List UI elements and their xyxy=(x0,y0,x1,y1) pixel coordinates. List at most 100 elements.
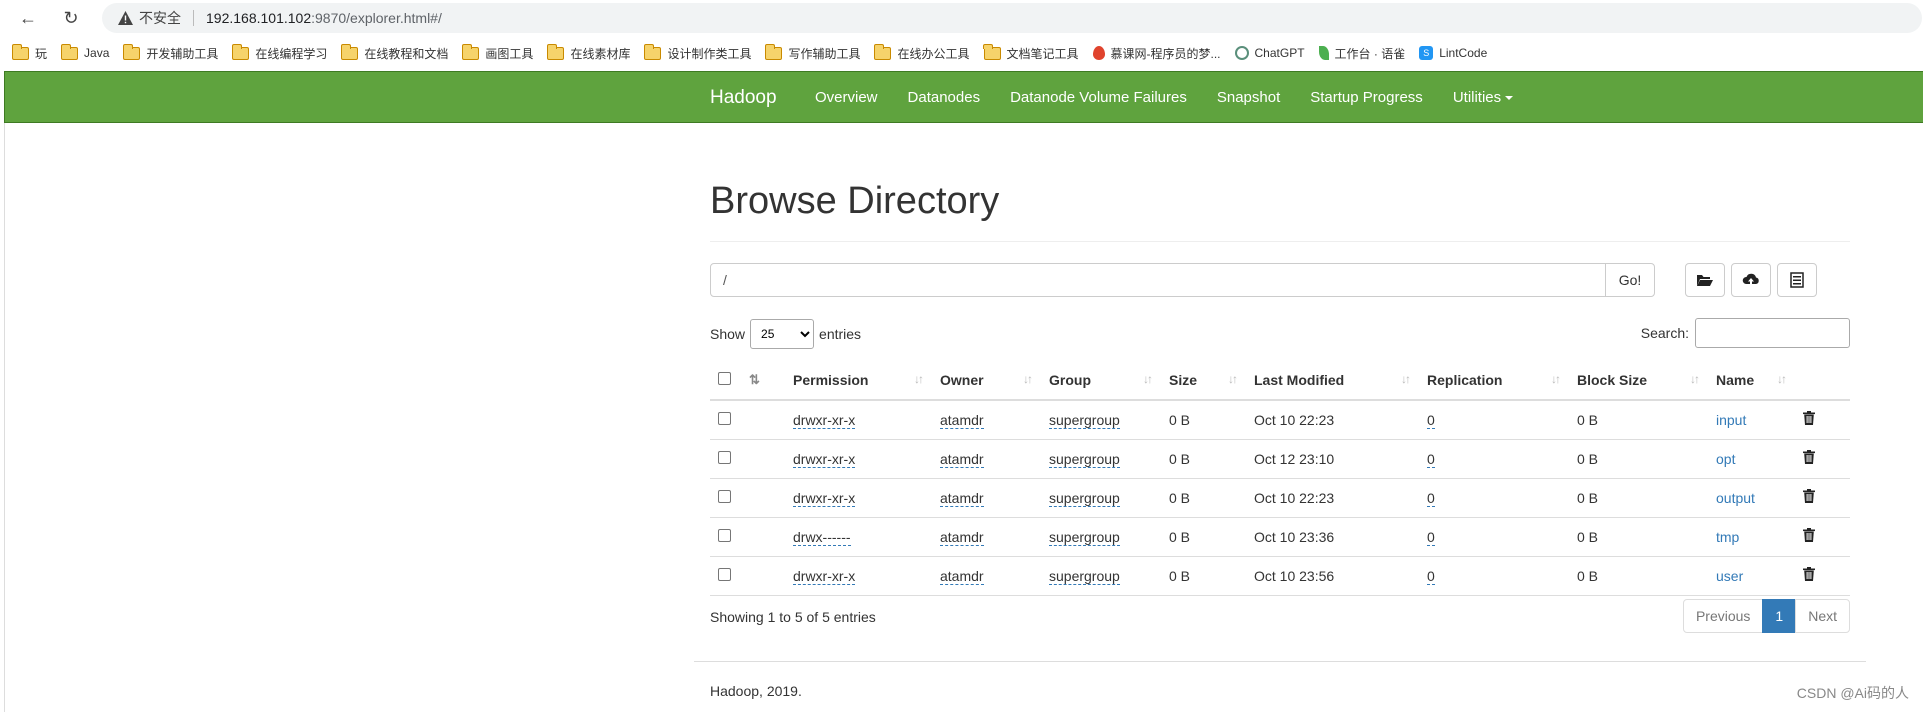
column-header-last-modified[interactable]: Last Modified ↓↑ xyxy=(1246,360,1419,401)
group-link[interactable]: supergroup xyxy=(1049,528,1120,546)
owner-link[interactable]: atamdr xyxy=(940,528,984,546)
nav-datanodes[interactable]: Datanodes xyxy=(893,72,996,124)
previous-button[interactable]: Previous xyxy=(1682,599,1764,633)
bookmark-item[interactable]: 玩 xyxy=(11,43,47,62)
file-name-link[interactable]: output xyxy=(1716,490,1755,506)
bookmark-item[interactable]: 在线素材库 xyxy=(546,43,630,62)
back-arrow-icon[interactable]: ← xyxy=(14,4,42,32)
bookmark-item[interactable]: 写作辅助工具 xyxy=(764,43,860,62)
permission-link[interactable]: drwxr-xr-x xyxy=(793,411,856,429)
bookmark-item[interactable]: 慕课网-程序员的梦... xyxy=(1092,45,1221,62)
file-name-link[interactable]: user xyxy=(1716,568,1743,584)
column-header-group[interactable]: Group ↓↑ xyxy=(1041,360,1161,401)
nav-utilities[interactable]: Utilities xyxy=(1438,72,1528,124)
last-modified-cell: Oct 10 22:23 xyxy=(1246,400,1419,440)
bookmark-item[interactable]: S LintCode xyxy=(1419,46,1487,60)
header-label: Last Modified xyxy=(1254,371,1345,388)
sort-icon: ↓↑ xyxy=(1690,372,1700,386)
trash-icon[interactable] xyxy=(1803,567,1815,584)
folder-icon xyxy=(461,43,480,60)
file-name-link[interactable]: opt xyxy=(1716,451,1735,467)
nav-overview[interactable]: Overview xyxy=(800,72,893,124)
page-size-select[interactable]: 25 xyxy=(750,319,815,349)
group-link[interactable]: supergroup xyxy=(1049,489,1120,507)
directory-path-input[interactable] xyxy=(710,263,1606,297)
bookmark-item[interactable]: 画图工具 xyxy=(461,43,533,62)
bookmark-item[interactable]: ChatGPT xyxy=(1234,46,1305,60)
bookmark-label: 开发辅助工具 xyxy=(146,46,219,61)
permission-link[interactable]: drwxr-xr-x xyxy=(793,489,856,507)
actions-cell xyxy=(1795,556,1850,596)
nav-snapshot[interactable]: Snapshot xyxy=(1202,72,1295,124)
column-header-replication[interactable]: Replication ↓↑ xyxy=(1419,360,1569,401)
sort-column-header[interactable]: ⇅ xyxy=(741,360,785,401)
folder-icon xyxy=(643,43,662,60)
select-all-checkbox[interactable] xyxy=(718,371,731,385)
page-1-button[interactable]: 1 xyxy=(1762,599,1797,633)
sort-icon: ↓↑ xyxy=(1143,372,1153,386)
bookmark-item[interactable]: 在线编程学习 xyxy=(231,43,327,62)
replication-link[interactable]: 0 xyxy=(1427,450,1435,468)
nav-datanode-volume-failures[interactable]: Datanode Volume Failures xyxy=(995,72,1202,124)
bookmark-item[interactable]: 在线办公工具 xyxy=(873,43,970,62)
owner-link[interactable]: atamdr xyxy=(940,489,984,507)
brand-link[interactable]: Hadoop xyxy=(710,72,777,124)
group-link[interactable]: supergroup xyxy=(1049,567,1120,585)
row-checkbox[interactable] xyxy=(718,528,731,542)
column-header-name[interactable]: Name ↓↑ xyxy=(1708,360,1795,401)
replication-link[interactable]: 0 xyxy=(1427,528,1435,546)
bookmark-item[interactable]: 工作台 · 语雀 xyxy=(1318,45,1405,62)
trash-icon[interactable] xyxy=(1803,489,1815,506)
bookmark-item[interactable]: 在线教程和文档 xyxy=(340,43,448,62)
permission-link[interactable]: drwxr-xr-x xyxy=(793,567,856,585)
group-link[interactable]: supergroup xyxy=(1049,411,1120,429)
reload-icon[interactable]: ↻ xyxy=(57,4,85,32)
warning-icon[interactable]: 不安全 xyxy=(118,8,181,28)
header-label: Size xyxy=(1169,371,1198,388)
replication-link[interactable]: 0 xyxy=(1427,411,1435,429)
row-checkbox[interactable] xyxy=(718,450,731,464)
owner-link[interactable]: atamdr xyxy=(940,567,984,585)
owner-link[interactable]: atamdr xyxy=(940,411,984,429)
cut-paste-button[interactable] xyxy=(1777,263,1817,297)
upload-button[interactable] xyxy=(1731,263,1771,297)
folder-open-icon xyxy=(1697,275,1713,286)
address-bar[interactable]: 不安全 192.168.101.102:9870/explorer.html#/ xyxy=(102,3,1922,33)
search-input[interactable] xyxy=(1695,318,1850,348)
name-cell: tmp xyxy=(1708,517,1795,557)
column-header-block-size[interactable]: Block Size ↓↑ xyxy=(1569,360,1708,401)
trash-icon[interactable] xyxy=(1803,528,1815,545)
replication-link[interactable]: 0 xyxy=(1427,489,1435,507)
nav-startup-progress[interactable]: Startup Progress xyxy=(1295,72,1438,124)
bookmark-item[interactable]: 设计制作类工具 xyxy=(643,43,751,62)
permission-link[interactable]: drwxr-xr-x xyxy=(793,450,856,468)
column-header-permission[interactable]: Permission ↓↑ xyxy=(785,360,932,401)
trash-icon[interactable] xyxy=(1803,411,1815,428)
bookmark-item[interactable]: 开发辅助工具 xyxy=(122,43,219,62)
create-directory-button[interactable] xyxy=(1685,263,1725,297)
replication-cell: 0 xyxy=(1419,400,1569,440)
next-button[interactable]: Next xyxy=(1795,599,1850,633)
last-modified-cell: Oct 12 23:10 xyxy=(1246,439,1419,479)
owner-link[interactable]: atamdr xyxy=(940,450,984,468)
bookmark-item[interactable]: Java xyxy=(60,43,109,60)
column-header-owner[interactable]: Owner ↓↑ xyxy=(932,360,1041,401)
trash-icon[interactable] xyxy=(1803,450,1815,467)
column-header-size[interactable]: Size ↓↑ xyxy=(1161,360,1246,401)
row-checkbox[interactable] xyxy=(718,567,731,581)
name-cell: input xyxy=(1708,400,1795,440)
group-link[interactable]: supergroup xyxy=(1049,450,1120,468)
header-label: Permission xyxy=(793,371,869,388)
file-name-link[interactable]: input xyxy=(1716,412,1746,428)
actions-cell xyxy=(1795,439,1850,479)
bookmark-item[interactable]: 文档笔记工具 xyxy=(983,43,1079,62)
go-button[interactable]: Go! xyxy=(1605,263,1655,297)
file-name-link[interactable]: tmp xyxy=(1716,529,1739,545)
row-checkbox[interactable] xyxy=(718,489,731,503)
header-label: Group xyxy=(1049,371,1091,388)
permission-link[interactable]: drwx------ xyxy=(793,528,851,546)
permission-cell: drwxr-xr-x xyxy=(785,478,932,518)
replication-link[interactable]: 0 xyxy=(1427,567,1435,585)
name-cell: output xyxy=(1708,478,1795,518)
row-checkbox[interactable] xyxy=(718,411,731,425)
